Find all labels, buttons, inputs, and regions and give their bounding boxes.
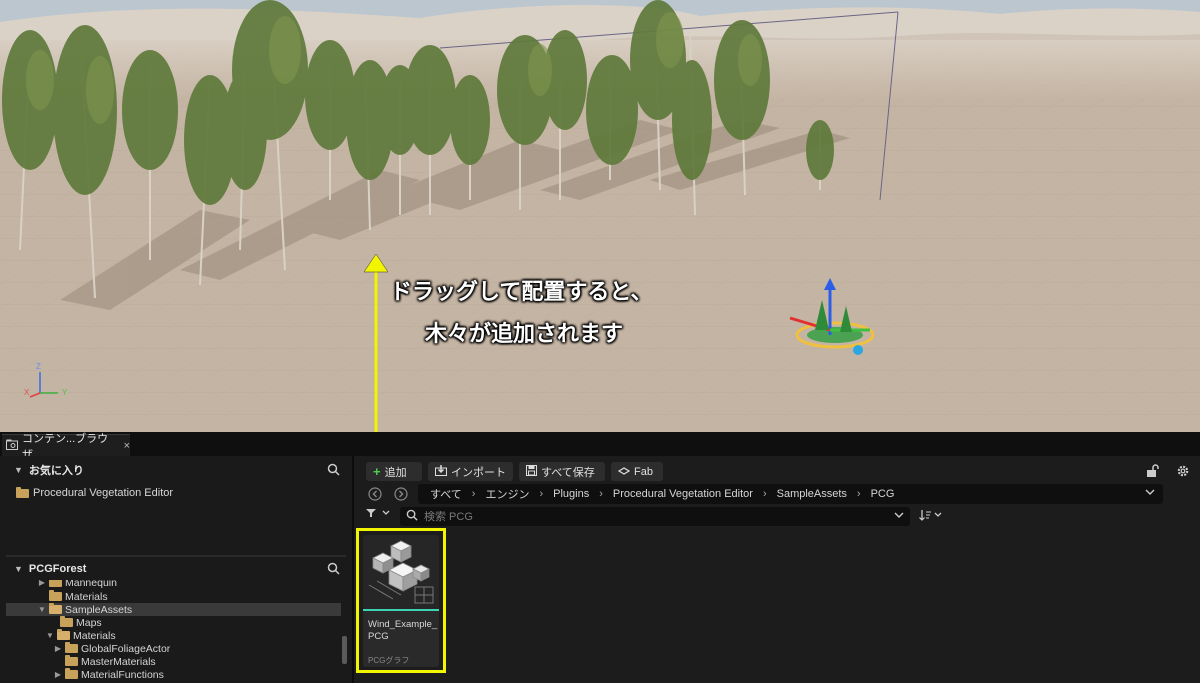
tree-item-label: GlobalFoliageActor: [81, 642, 171, 655]
scene-render: [0, 0, 1200, 432]
favorites-header[interactable]: ▼ お気に入り: [6, 458, 346, 482]
tree-item[interactable]: ▶ Mannequin: [6, 580, 341, 589]
breadcrumb-item[interactable]: Plugins: [551, 488, 591, 500]
collapse-arrow-icon[interactable]: ▼: [46, 631, 54, 640]
import-icon: [435, 464, 447, 479]
search-icon[interactable]: [327, 562, 340, 578]
tree-item[interactable]: Materials: [6, 590, 341, 603]
chevron-right-icon[interactable]: ›: [539, 488, 543, 500]
annotation-line-1: ドラッグして配置すると、: [390, 279, 653, 304]
folder-open-icon: [57, 629, 70, 640]
lock-icon[interactable]: [1146, 464, 1159, 481]
sort-icon[interactable]: [919, 509, 945, 524]
folder-tree: ▶ Mannequin Materials ▼ SampleAssets Map…: [6, 580, 341, 683]
pcg-graph-thumbnail: [363, 535, 439, 609]
plus-icon: +: [373, 464, 381, 479]
search-icon[interactable]: [327, 463, 340, 479]
tree-item-label: SampleAssets: [65, 603, 133, 616]
breadcrumb-item[interactable]: すべて: [428, 486, 464, 502]
tree-scrollbar[interactable]: [342, 636, 347, 664]
favorite-item-label: Procedural Vegetation Editor: [33, 487, 174, 499]
tree-item-label: Materials: [65, 590, 108, 603]
annotation-line-2: 木々が追加されます: [425, 321, 624, 346]
add-label: 追加: [384, 466, 407, 479]
tree-item[interactable]: ▼ Materials: [6, 629, 341, 642]
chevron-right-icon[interactable]: ›: [763, 488, 767, 500]
import-button[interactable]: インポート: [428, 462, 513, 481]
gear-icon[interactable]: [1176, 464, 1190, 481]
tree-item[interactable]: ▶ GlobalFoliageActor: [6, 642, 341, 655]
tree-item-label: MaterialFunctions: [81, 668, 164, 681]
folder-icon: [65, 668, 78, 679]
folder-icon: [16, 486, 29, 498]
project-title: PCGForest: [28, 563, 87, 575]
asset-name: Wind_Example_PCG: [368, 619, 438, 642]
tree-item[interactable]: ▶ MaterialFunctions: [6, 668, 341, 681]
tree-item-label: Mannequin: [65, 580, 117, 589]
filter-icon[interactable]: [366, 508, 392, 521]
axis-x-label: X: [24, 388, 30, 397]
chevron-down-icon[interactable]: [894, 510, 904, 522]
panel-tab-bar: コンテン...ブラウザ ×: [0, 432, 1200, 461]
search-input[interactable]: [424, 510, 884, 523]
history-forward-icon[interactable]: [394, 487, 408, 501]
breadcrumb-item[interactable]: SampleAssets: [775, 488, 849, 500]
tab-content-browser[interactable]: コンテン...ブラウザ ×: [2, 433, 130, 461]
tree-item[interactable]: MasterMaterials: [6, 655, 341, 668]
history-back-icon[interactable]: [368, 487, 382, 501]
collapse-triangle-icon[interactable]: ▼: [14, 564, 23, 574]
collapse-triangle-icon[interactable]: ▼: [14, 465, 23, 475]
expand-arrow-icon[interactable]: ▶: [38, 580, 46, 587]
fab-button[interactable]: Fab: [611, 462, 663, 481]
import-label: インポート: [451, 466, 506, 479]
tree-item[interactable]: ▼ SampleAssets: [6, 603, 341, 616]
save-all-label: すべて保存: [541, 466, 595, 479]
asset-type-label: PCGグラフ: [368, 656, 410, 665]
axis-y-label: Y: [62, 388, 68, 397]
content-browser-icon: [6, 439, 18, 453]
tree-item[interactable]: Maps: [6, 616, 341, 629]
chevron-right-icon[interactable]: ›: [472, 488, 476, 500]
path-breadcrumb: すべて › エンジン › Plugins › Procedural Vegeta…: [418, 484, 1163, 504]
expand-arrow-icon[interactable]: ▶: [54, 670, 62, 679]
fab-icon: [617, 466, 631, 478]
fab-label: Fab: [634, 465, 653, 478]
tree-item-label: Maps: [76, 616, 102, 629]
chevron-right-icon[interactable]: ›: [857, 488, 861, 500]
add-button[interactable]: + 追加: [366, 462, 422, 481]
level-viewport[interactable]: Z X Y ドラッグして配置すると、 木々が追加されます: [0, 0, 1200, 432]
chevron-right-icon[interactable]: ›: [599, 488, 603, 500]
chevron-down-icon[interactable]: [1145, 487, 1155, 499]
folder-open-icon: [49, 603, 62, 614]
asset-search-box[interactable]: [400, 507, 910, 526]
folder-icon: [65, 642, 78, 653]
asset-type-color-bar: [363, 609, 439, 611]
collapse-arrow-icon[interactable]: ▼: [38, 605, 46, 614]
breadcrumb-item[interactable]: エンジン: [483, 486, 531, 502]
save-all-button[interactable]: すべて保存: [519, 462, 605, 481]
folder-icon: [49, 580, 62, 587]
axis-z-label: Z: [36, 362, 41, 371]
folder-icon: [65, 655, 78, 666]
expand-arrow-icon[interactable]: ▶: [54, 644, 62, 653]
search-icon: [406, 509, 418, 524]
tree-item-label: Materials: [73, 629, 116, 642]
close-icon[interactable]: ×: [124, 440, 130, 452]
tree-item-label: MasterMaterials: [81, 655, 156, 668]
folder-icon: [60, 616, 73, 627]
save-icon: [526, 464, 537, 479]
breadcrumb-item[interactable]: Procedural Vegetation Editor: [611, 488, 755, 500]
favorite-item[interactable]: Procedural Vegetation Editor: [16, 486, 174, 499]
breadcrumb-item[interactable]: PCG: [869, 488, 897, 500]
asset-tile[interactable]: Wind_Example_PCG PCGグラフ: [356, 528, 446, 673]
folder-icon: [49, 590, 62, 601]
asset-card[interactable]: Wind_Example_PCG PCGグラフ: [363, 535, 439, 667]
favorites-title: お気に入り: [28, 465, 84, 477]
project-header[interactable]: ▼ PCGForest: [6, 557, 346, 581]
